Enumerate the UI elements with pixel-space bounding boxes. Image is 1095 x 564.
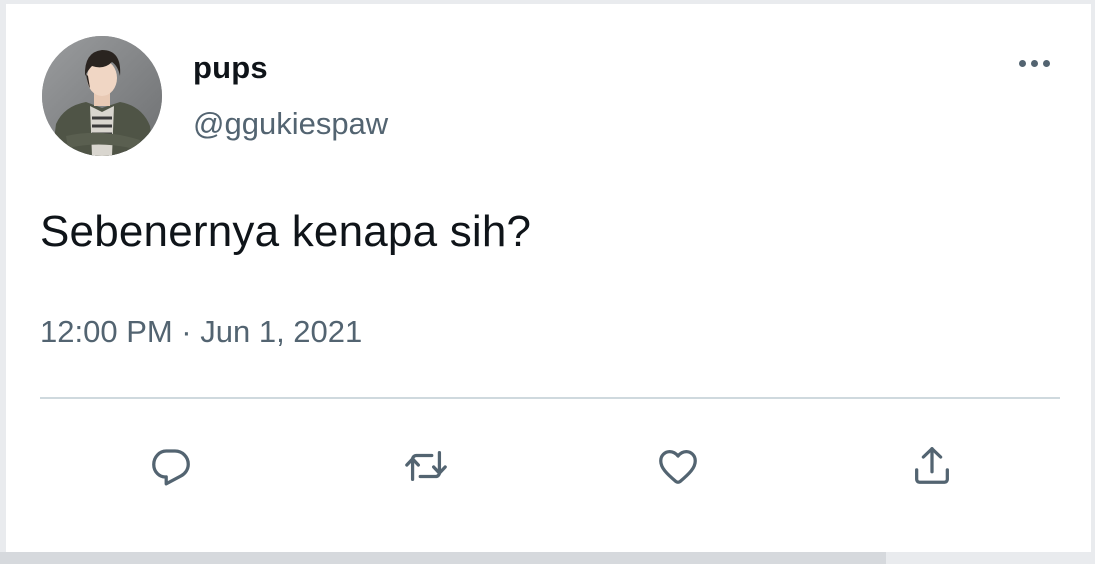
screenshot-page: pups @ggukiespaw Sebenernya kenapa sih? … [0, 0, 1095, 564]
reply-icon [152, 449, 190, 486]
retweet-icon [405, 450, 447, 482]
tweet-text: Sebenernya kenapa sih? [40, 207, 532, 256]
share-button[interactable] [902, 436, 962, 496]
user-handle[interactable]: @ggukiespaw [193, 106, 388, 142]
tweet-card: pups @ggukiespaw Sebenernya kenapa sih? … [6, 4, 1091, 552]
retweet-button[interactable] [396, 436, 456, 496]
like-button[interactable] [648, 436, 708, 496]
reply-button[interactable] [141, 436, 201, 496]
more-options-button[interactable] [1010, 48, 1058, 78]
share-icon [915, 447, 949, 484]
avatar-image [42, 36, 162, 156]
display-name[interactable]: pups [193, 50, 268, 86]
bottom-edge [0, 552, 886, 564]
tweet-timestamp[interactable]: 12:00 PM · Jun 1, 2021 [40, 314, 362, 350]
avatar[interactable] [42, 36, 162, 156]
like-icon [659, 449, 697, 484]
divider [40, 397, 1060, 399]
